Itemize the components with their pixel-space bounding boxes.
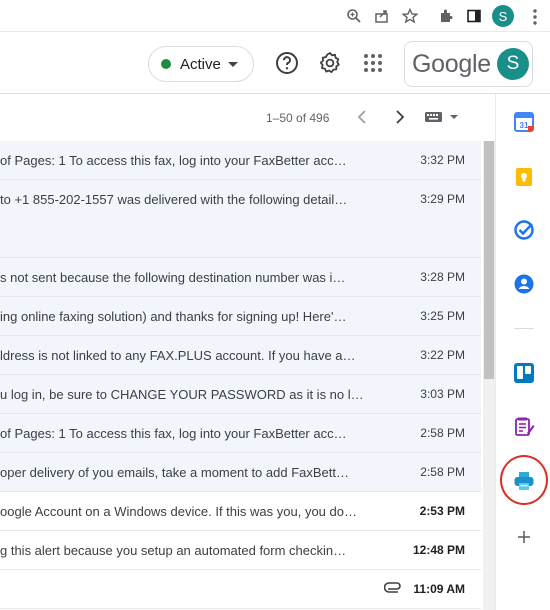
contacts-icon[interactable]	[513, 273, 535, 295]
side-panel-divider	[514, 328, 534, 329]
email-snippet: oper delivery of you emails, take a mome…	[0, 465, 350, 480]
side-panel-toggle-icon[interactable]	[464, 6, 484, 26]
browser-toolbar: S	[0, 0, 550, 32]
gmail-header: Active Google S	[0, 32, 550, 94]
email-time: 3:28 PM	[420, 270, 465, 284]
share-icon[interactable]	[372, 6, 392, 26]
email-time: 3:25 PM	[420, 309, 465, 323]
extensions-icon[interactable]	[436, 6, 456, 26]
apps-grid-icon[interactable]	[360, 50, 386, 76]
add-icon[interactable]	[513, 526, 535, 548]
email-time: 3:22 PM	[420, 348, 465, 362]
email-time: 3:32 PM	[420, 153, 465, 167]
email-snippet: to +1 855-202-1557 was delivered with th…	[0, 192, 348, 207]
chevron-down-icon	[227, 61, 238, 67]
svg-text:31: 31	[520, 121, 529, 130]
email-snippet: oogle Account on a Windows device. If th…	[0, 504, 357, 519]
email-snippet: u log in, be sure to CHANGE YOUR PASSWOR…	[0, 387, 364, 402]
scrollbar-thumb[interactable]	[484, 141, 494, 379]
calendar-icon[interactable]: 31	[513, 111, 535, 133]
email-time: 3:03 PM	[420, 387, 465, 401]
keep-icon[interactable]	[513, 166, 535, 188]
browser-menu-icon[interactable]	[525, 7, 545, 27]
email-row[interactable]: 11:09 AM	[0, 570, 481, 609]
help-icon[interactable]	[274, 50, 300, 76]
pagination-range: 1–50 of 496	[266, 111, 330, 125]
settings-gear-icon[interactable]	[317, 50, 343, 76]
account-switcher[interactable]: Google S	[404, 41, 533, 87]
side-panel: 31	[495, 94, 550, 610]
email-row[interactable]: s not sent because the following destina…	[0, 258, 481, 297]
email-snippet: of Pages: 1 To access this fax, log into…	[0, 426, 347, 441]
email-row[interactable]: ing online faxing solution) and thanks f…	[0, 297, 481, 336]
email-time: 11:09 AM	[413, 582, 465, 596]
input-tools-keyboard-icon[interactable]	[424, 110, 464, 124]
email-row[interactable]: u log in, be sure to CHANGE YOUR PASSWOR…	[0, 375, 481, 414]
email-snippet: ing online faxing solution) and thanks f…	[0, 309, 347, 324]
email-row[interactable]: oper delivery of you emails, take a mome…	[0, 453, 481, 492]
tasks-icon[interactable]	[513, 219, 535, 241]
email-snippet: of Pages: 1 To access this fax, log into…	[0, 153, 347, 168]
active-status-dot	[161, 59, 171, 69]
attachment-icon	[383, 581, 402, 597]
bookmark-star-icon[interactable]	[400, 6, 420, 26]
email-row[interactable]: of Pages: 1 To access this fax, log into…	[0, 141, 481, 180]
email-time: 2:58 PM	[420, 426, 465, 440]
email-row[interactable]: g this alert because you setup an automa…	[0, 531, 481, 570]
google-logo: Google	[412, 49, 491, 78]
chevron-right-icon[interactable]	[389, 106, 411, 128]
email-row[interactable]: ldress is not linked to any FAX.PLUS acc…	[0, 336, 481, 375]
form-notes-icon[interactable]	[513, 416, 535, 438]
email-snippet: ldress is not linked to any FAX.PLUS acc…	[0, 348, 356, 363]
chevron-left-icon[interactable]	[351, 106, 373, 128]
email-row[interactable]: of Pages: 1 To access this fax, log into…	[0, 414, 481, 453]
email-snippet: g this alert because you setup an automa…	[0, 543, 347, 558]
highlight-annotation-circle	[500, 455, 548, 505]
email-time: 2:53 PM	[419, 504, 465, 518]
email-row[interactable]: to +1 855-202-1557 was delivered with th…	[0, 180, 481, 258]
account-avatar[interactable]: S	[497, 48, 529, 80]
email-snippet: s not sent because the following destina…	[0, 270, 346, 285]
list-toolbar: 1–50 of 496	[0, 94, 494, 141]
status-label: Active	[180, 55, 221, 73]
email-time: 2:58 PM	[420, 465, 465, 479]
email-time: 12:48 PM	[412, 543, 465, 557]
trello-icon[interactable]	[513, 362, 535, 384]
email-time: 3:29 PM	[420, 192, 465, 206]
status-selector[interactable]: Active	[148, 46, 254, 82]
browser-profile-avatar[interactable]: S	[492, 5, 514, 27]
email-row[interactable]: oogle Account on a Windows device. If th…	[0, 492, 481, 531]
zoom-icon[interactable]	[344, 6, 364, 26]
